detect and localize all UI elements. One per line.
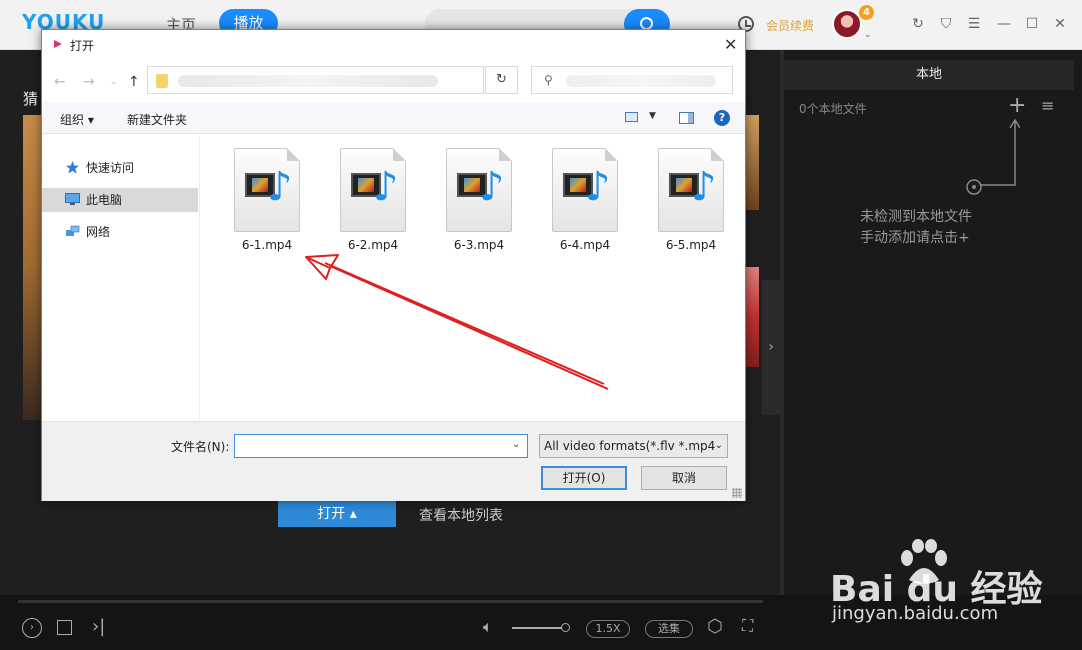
- file-name: 6-1.mp4: [241, 238, 293, 252]
- organize-menu[interactable]: 组织 ▾: [60, 111, 94, 128]
- file-name: 6-5.mp4: [665, 238, 717, 252]
- youku-small-icon: [54, 40, 62, 48]
- video-file-icon: ♪: [658, 148, 724, 232]
- address-path-blurred: [178, 75, 438, 87]
- search-placeholder-blurred: [566, 75, 716, 87]
- resize-grip[interactable]: [732, 488, 742, 498]
- recent-chevron-icon[interactable]: ⌄: [110, 77, 118, 87]
- local-panel: [784, 50, 1082, 595]
- episodes-button[interactable]: 选集: [645, 620, 693, 638]
- list-icon[interactable]: ≡: [1041, 96, 1054, 115]
- folder-icon: [156, 74, 168, 88]
- menu-icon[interactable]: ☰: [966, 16, 982, 32]
- volume-slider[interactable]: [512, 627, 564, 629]
- vip-renew-link[interactable]: 会员续费: [766, 17, 814, 34]
- chevron-right-icon[interactable]: ›: [762, 280, 780, 415]
- folder-search-input[interactable]: ⚲: [531, 66, 733, 94]
- speed-button[interactable]: 1.5X: [586, 620, 630, 638]
- navigation-pane: 快速访问 此电脑 网络: [42, 135, 200, 420]
- nav-network[interactable]: 网络: [42, 220, 198, 244]
- minimize-icon[interactable]: —: [996, 16, 1012, 32]
- file-item[interactable]: ♪ 6-5.mp4: [646, 148, 736, 260]
- nav-quick-access[interactable]: 快速访问: [42, 156, 198, 180]
- close-icon[interactable]: ✕: [1052, 16, 1068, 32]
- forward-icon[interactable]: →: [83, 74, 95, 90]
- address-row: ← → ⌄ ↑ ⌄ ↻ ⚲: [42, 64, 745, 100]
- refresh-button[interactable]: ↻: [485, 66, 518, 94]
- star-icon: [66, 161, 79, 174]
- avatar[interactable]: [832, 9, 862, 39]
- chevron-down-icon[interactable]: ⌄: [512, 439, 520, 450]
- chevron-down-icon[interactable]: ⌄: [864, 30, 872, 40]
- volume-handle[interactable]: [561, 623, 570, 632]
- level-badge: 4: [859, 5, 874, 20]
- recommend-label: 猜: [23, 90, 39, 108]
- address-bar[interactable]: ⌄: [147, 66, 576, 94]
- nav-this-pc[interactable]: 此电脑: [42, 188, 198, 212]
- new-folder-button[interactable]: 新建文件夹: [127, 111, 187, 128]
- file-type-select[interactable]: All video formats(*.flv *.mp4 ⌄: [539, 434, 728, 458]
- close-icon[interactable]: ✕: [724, 35, 737, 54]
- filename-input[interactable]: [234, 434, 528, 458]
- chevron-down-icon[interactable]: ▼: [649, 111, 656, 121]
- open-button[interactable]: 打开(O): [541, 466, 627, 490]
- tab-local[interactable]: 本地: [784, 60, 1074, 90]
- local-file-count: 0个本地文件: [799, 102, 867, 116]
- video-file-icon: ♪: [446, 148, 512, 232]
- computer-icon: [65, 193, 80, 205]
- preview-pane-icon[interactable]: [679, 112, 694, 124]
- dialog-footer: 文件名(N): ⌄ All video formats(*.flv *.mp4 ⌄…: [42, 421, 745, 501]
- cancel-button[interactable]: 取消: [641, 466, 727, 490]
- maximize-icon[interactable]: ☐: [1024, 16, 1040, 32]
- next-icon[interactable]: ›|: [92, 616, 105, 637]
- open-file-button[interactable]: 打开 ▴: [278, 501, 396, 527]
- skin-icon[interactable]: ⛉: [938, 16, 954, 32]
- play-icon[interactable]: ›: [22, 618, 42, 638]
- view-local-list-link[interactable]: 查看本地列表: [419, 505, 503, 525]
- settings-icon[interactable]: ⬡: [707, 616, 723, 637]
- network-icon: [66, 225, 80, 236]
- file-item[interactable]: ♪ 6-4.mp4: [540, 148, 630, 260]
- video-file-icon: ♪: [340, 148, 406, 232]
- file-name: 6-2.mp4: [347, 238, 399, 252]
- filename-label: 文件名(N):: [171, 440, 230, 454]
- poster-left[interactable]: [23, 115, 43, 420]
- file-item[interactable]: ♪ 6-1.mp4: [222, 148, 312, 260]
- file-name: 6-4.mp4: [559, 238, 611, 252]
- hint-connector: [966, 118, 1020, 195]
- empty-hint-line2: 手动添加请点击+: [860, 230, 970, 246]
- search-icon: ⚲: [544, 73, 553, 87]
- file-item[interactable]: ♪ 6-3.mp4: [434, 148, 524, 260]
- dialog-title: 打开: [70, 39, 95, 53]
- fullscreen-icon[interactable]: ⛶: [742, 616, 753, 636]
- file-item[interactable]: ♪ 6-2.mp4: [328, 148, 418, 260]
- dialog-toolbar: 组织 ▾ 新建文件夹 ▼ ?: [42, 102, 745, 134]
- video-file-icon: ♪: [552, 148, 618, 232]
- watermark-url: jingyan.baidu.com: [832, 603, 999, 624]
- stop-icon[interactable]: [57, 620, 72, 635]
- refresh-icon[interactable]: ↻: [910, 16, 926, 32]
- up-icon[interactable]: ↑: [128, 74, 140, 90]
- open-file-dialog: 打开 ✕ ← → ⌄ ↑ ⌄ ↻ ⚲ 组织 ▾ 新建文件夹 ▼ ? 快速访问 此: [41, 29, 746, 501]
- help-icon[interactable]: ?: [714, 110, 730, 126]
- volume-icon[interactable]: 🔈︎: [483, 617, 493, 637]
- file-name: 6-3.mp4: [453, 238, 505, 252]
- back-icon[interactable]: ←: [54, 74, 66, 90]
- view-options-icon[interactable]: [625, 112, 638, 122]
- progress-bar[interactable]: [18, 600, 763, 603]
- video-file-icon: ♪: [234, 148, 300, 232]
- empty-hint-line1: 未检测到本地文件: [860, 209, 972, 225]
